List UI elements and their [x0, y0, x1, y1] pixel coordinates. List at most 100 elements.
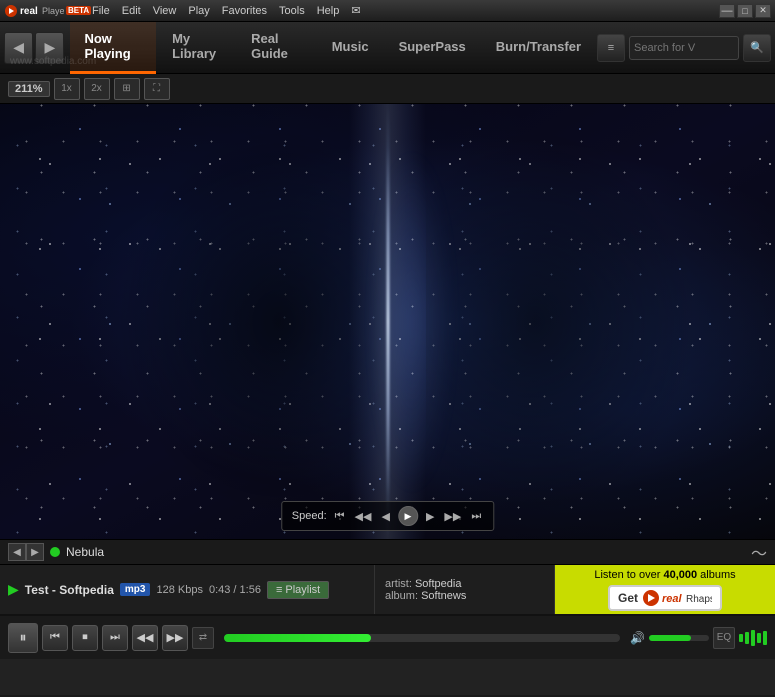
fullscreen-button[interactable]: ⛶	[144, 78, 170, 100]
toolbar-right: ≡ 🔍	[597, 34, 771, 62]
tab-my-library[interactable]: My Library	[158, 22, 235, 74]
pause-icon: ⏸	[20, 629, 27, 646]
playlist-label: Playlist	[285, 584, 320, 596]
rewind-button[interactable]: ◀◀	[132, 625, 158, 651]
lightning-glow	[372, 148, 452, 496]
search-input[interactable]	[634, 42, 714, 54]
menu-help[interactable]: Help	[311, 0, 346, 22]
step-back-button[interactable]: ◀	[379, 510, 391, 523]
artist-name: Softpedia	[415, 578, 461, 590]
svg-text:Player: Player	[42, 6, 64, 16]
tab-now-playing[interactable]: Now Playing	[70, 22, 156, 74]
transport-controls: ⏸ ⏮ ⏹ ⏭ ◀◀ ▶▶ ⇄ 🔊 EQ	[0, 615, 775, 659]
prev-icon: ⏮	[50, 631, 60, 644]
track-info: ▶ Test - Softpedia mp3 128 Kbps 0:43 / 1…	[0, 565, 375, 614]
stop-button[interactable]: ⏹	[72, 625, 98, 651]
fit-window-button[interactable]: ⊞	[114, 78, 140, 100]
search-icon: 🔍	[750, 41, 764, 54]
info-row: ▶ Test - Softpedia mp3 128 Kbps 0:43 / 1…	[0, 565, 775, 615]
next-button[interactable]: ⏭	[102, 625, 128, 651]
shuffle-button[interactable]: ⇄	[192, 627, 214, 649]
forward-button[interactable]: ▶	[35, 32, 64, 64]
eq-slider-area	[739, 630, 767, 646]
tab-real-guide[interactable]: Real Guide	[237, 22, 316, 74]
now-playing-bar: ◀ ▶ Nebula 〜	[0, 539, 775, 565]
skip-back-2-button[interactable]: ⏮	[333, 510, 347, 523]
toolbar: ◀ ▶ Now Playing My Library Real Guide Mu…	[0, 22, 775, 74]
fastforward-button[interactable]: ▶▶	[162, 625, 188, 651]
pause-button[interactable]: ⏸	[8, 623, 38, 653]
tab-music[interactable]: Music	[318, 22, 383, 74]
menu-email-icon[interactable]: ✉	[345, 0, 366, 22]
ad-text: Listen to over 40,000 albums	[594, 569, 735, 581]
skip-back-1-button[interactable]: ◀◀	[353, 510, 374, 523]
maximize-button[interactable]: □	[737, 4, 753, 18]
track-name: Test - Softpedia	[25, 583, 114, 597]
volume-control: 🔊	[630, 631, 709, 645]
video-controls-bar: 211% 1x 2x ⊞ ⛶	[0, 74, 775, 104]
artist-label: artist:	[385, 578, 412, 590]
rhapsody-logo-svg: real Rhapsody	[642, 589, 712, 607]
format-badge: mp3	[120, 583, 151, 596]
next-track-button[interactable]: ▶	[26, 543, 44, 561]
size-2x-button[interactable]: 2x	[84, 78, 110, 100]
skip-fwd-1-button[interactable]: ▶▶	[442, 510, 463, 523]
fit-window-icon: ⊞	[122, 83, 130, 94]
app-logo: real Player BETA	[4, 4, 76, 18]
bottom-section: ▶ Test - Softpedia mp3 128 Kbps 0:43 / 1…	[0, 565, 775, 695]
skip-fwd-2-button[interactable]: ⏭	[469, 510, 483, 523]
back-button[interactable]: ◀	[4, 32, 33, 64]
svg-text:Rhapsody: Rhapsody	[686, 594, 712, 605]
progress-bar[interactable]	[224, 634, 620, 642]
rhapsody-logo: real Rhapsody	[642, 589, 712, 607]
view-select-button[interactable]: ≡	[597, 34, 625, 62]
forward-icon: ▶	[44, 39, 55, 56]
title-bar-controls: — □ ✕	[719, 4, 771, 18]
menu-play[interactable]: Play	[182, 0, 215, 22]
search-box	[629, 36, 739, 60]
menu-favorites[interactable]: Favorites	[216, 0, 273, 22]
menu-file[interactable]: File	[86, 0, 116, 22]
get-label: Get	[618, 591, 638, 605]
menu-view[interactable]: View	[147, 0, 183, 22]
next-icon: ⏭	[110, 631, 120, 644]
playlist-button[interactable]: ≡ Playlist	[267, 581, 329, 599]
prev-button[interactable]: ⏮	[42, 625, 68, 651]
eq-bar-2	[745, 632, 749, 644]
tab-burn-transfer[interactable]: Burn/Transfer	[482, 22, 595, 74]
prev-track-button[interactable]: ◀	[8, 543, 26, 561]
volume-bar[interactable]	[649, 635, 709, 641]
eq-button[interactable]: EQ	[713, 627, 735, 649]
search-button[interactable]: 🔍	[743, 34, 771, 62]
tab-superpass[interactable]: SuperPass	[385, 22, 480, 74]
close-button[interactable]: ✕	[755, 4, 771, 18]
album-label: album:	[385, 590, 418, 602]
volume-icon: 🔊	[630, 631, 645, 645]
ad-highlight: 40,000	[663, 569, 697, 581]
svg-text:real: real	[20, 6, 38, 17]
minimize-button[interactable]: —	[719, 4, 735, 18]
size-1x-button[interactable]: 1x	[54, 78, 80, 100]
volume-fill	[649, 635, 691, 641]
eq-bar-4	[757, 633, 761, 643]
speed-play-button[interactable]: ▶	[398, 506, 418, 526]
lightning-streak	[386, 104, 389, 539]
album-name: Softnews	[421, 590, 466, 602]
real-player-logo: real Player	[4, 4, 64, 18]
now-playing-title: Nebula	[66, 545, 751, 559]
equalizer-wave-icon[interactable]: 〜	[751, 540, 767, 564]
speed-bar: Speed: ⏮ ◀◀ ◀ ▶ ▶ ▶▶ ⏭	[281, 501, 494, 531]
progress-fill	[224, 634, 371, 642]
menu-tools[interactable]: Tools	[273, 0, 311, 22]
title-bar: real Player BETA File Edit View Play Fav…	[0, 0, 775, 22]
rhapsody-ad: Listen to over 40,000 albums Get real Rh…	[555, 565, 775, 614]
eq-bar-1	[739, 634, 743, 642]
fullscreen-icon: ⛶	[153, 83, 160, 94]
stop-icon: ⏹	[82, 631, 88, 644]
fastforward-icon: ▶▶	[167, 631, 184, 644]
menu-edit[interactable]: Edit	[116, 0, 147, 22]
album-line: album: Softnews	[385, 590, 544, 602]
get-rhapsody-button[interactable]: Get real Rhapsody	[608, 585, 722, 611]
video-area[interactable]: Speed: ⏮ ◀◀ ◀ ▶ ▶ ▶▶ ⏭	[0, 104, 775, 539]
step-fwd-button[interactable]: ▶	[424, 510, 436, 523]
